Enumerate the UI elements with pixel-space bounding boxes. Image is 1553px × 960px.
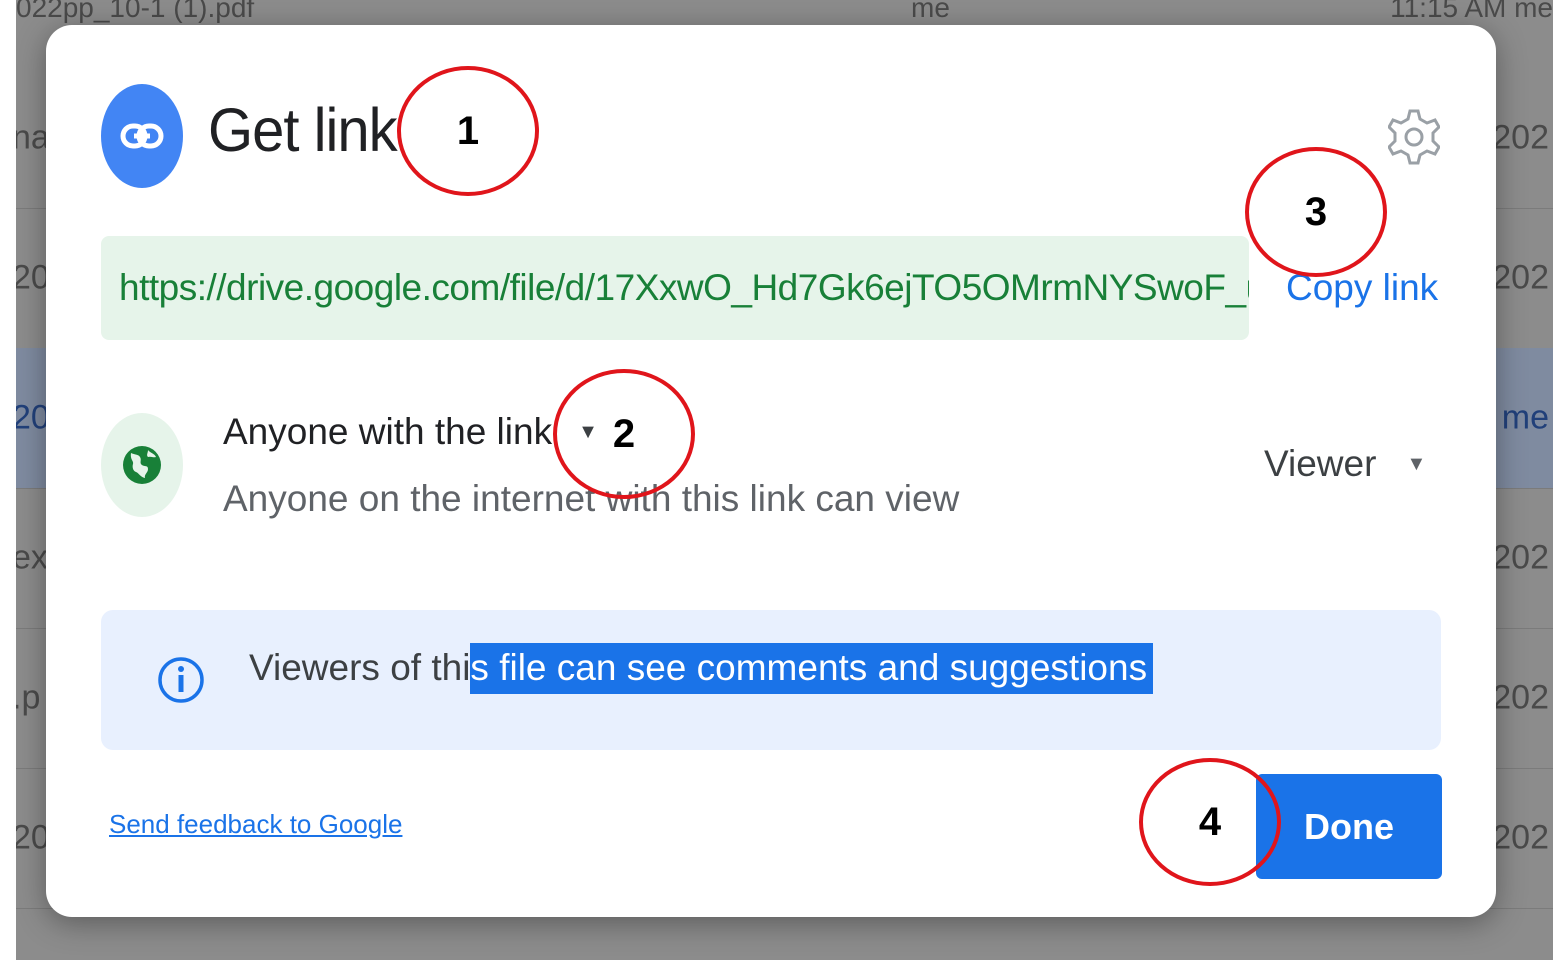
background-row-name: na — [16, 118, 50, 157]
done-button[interactable]: Done — [1256, 774, 1442, 879]
info-text-selection: s file can see comments and suggestions — [470, 643, 1154, 694]
background-row-name: 20 — [16, 398, 50, 437]
dialog-title: Get link — [208, 96, 398, 165]
background-top-owner: me — [911, 0, 950, 23]
info-banner: Viewers of this file can see comments an… — [101, 610, 1441, 750]
background-row-date: 202 — [1492, 538, 1549, 577]
globe-icon-glyph — [123, 446, 161, 484]
link-icon — [101, 84, 183, 188]
link-icon-glyph — [120, 123, 164, 149]
access-scope-label: Anyone with the link — [223, 411, 553, 452]
chevron-down-icon: ▼ — [1406, 452, 1427, 475]
background-row-date: 202 — [1492, 258, 1549, 297]
annotation-marker-4: 4 — [1139, 758, 1281, 886]
role-dropdown[interactable]: Viewer ▼ — [1264, 443, 1426, 485]
info-text-plain: Viewers of thi — [249, 647, 471, 688]
link-url[interactable]: https://drive.google.com/file/d/17XxwO_H… — [119, 267, 1249, 309]
background-row-date: 202 — [1492, 678, 1549, 717]
gear-icon-glyph — [1388, 109, 1440, 165]
annotation-marker-2: 2 — [553, 369, 695, 499]
send-feedback-link[interactable]: Send feedback to Google — [109, 809, 402, 840]
background-row-name: .p — [16, 678, 41, 717]
access-scope-dropdown[interactable]: Anyone with the link ▼ — [223, 411, 598, 453]
info-icon — [158, 657, 204, 703]
annotation-marker-1: 1 — [397, 66, 539, 196]
info-text: Viewers of this file can see comments an… — [249, 643, 1154, 694]
link-field[interactable]: https://drive.google.com/file/d/17XxwO_H… — [101, 236, 1249, 340]
background-row-date: 202 — [1492, 818, 1549, 857]
background-row-date: 202 — [1492, 118, 1549, 157]
role-label: Viewer — [1264, 443, 1377, 484]
globe-icon — [101, 413, 183, 517]
gear-icon[interactable] — [1386, 105, 1442, 169]
background-top-filename: 022pp_10-1 (1).pdf — [16, 0, 255, 23]
annotation-marker-3: 3 — [1245, 147, 1387, 277]
background-top-modified: 11:15 AM me — [1390, 0, 1553, 23]
